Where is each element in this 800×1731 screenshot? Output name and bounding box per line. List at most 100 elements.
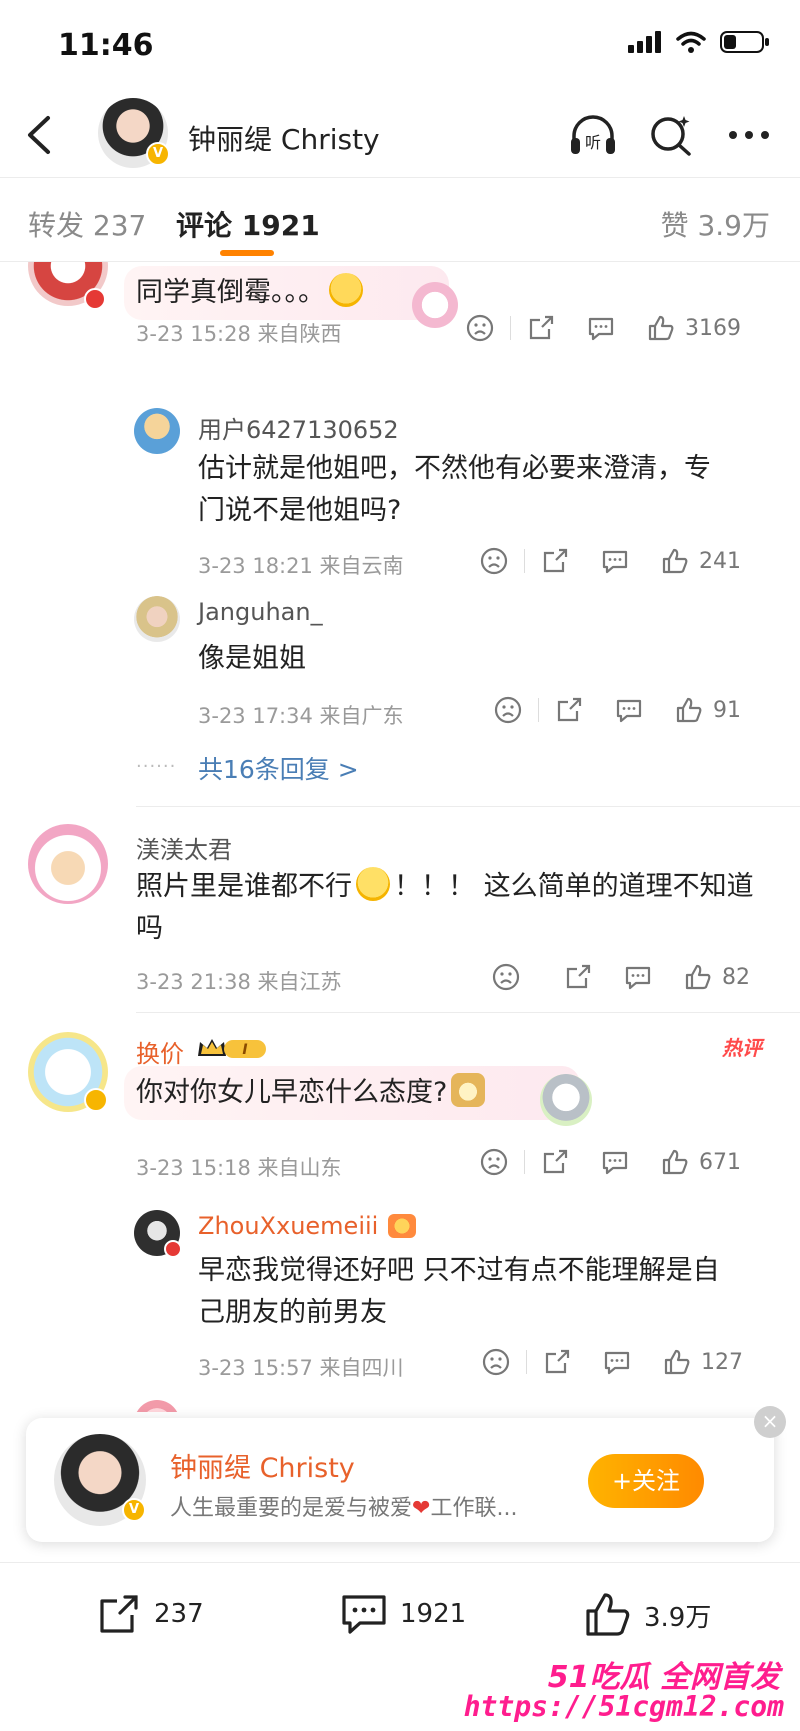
reply-meta: 3-23 18:21 来自云南 bbox=[198, 554, 404, 578]
comment-feed[interactable]: 同学真倒霉。。。 3-23 15:28 来自陕西 3169 用户64271306… bbox=[0, 262, 800, 1412]
divider bbox=[524, 1150, 525, 1174]
like-button[interactable]: 671 bbox=[661, 1148, 741, 1176]
reply-button[interactable] bbox=[603, 1348, 631, 1376]
verified-icon: V bbox=[122, 1498, 146, 1522]
comment-count: 1921 bbox=[400, 1599, 467, 1629]
share-button[interactable] bbox=[541, 1148, 569, 1176]
thumbs-up-icon bbox=[676, 697, 702, 723]
dislike-button[interactable] bbox=[480, 1148, 508, 1176]
like-count: 3169 bbox=[685, 315, 741, 341]
replier-avatar[interactable] bbox=[134, 408, 180, 454]
battery-icon bbox=[720, 31, 769, 53]
replier-avatar[interactable] bbox=[134, 596, 180, 642]
back-button[interactable] bbox=[18, 112, 62, 158]
content-tabs: 转发 237 评论 1921 赞 3.9万 bbox=[0, 178, 800, 262]
follow-card-name[interactable]: 钟丽缇 Christy bbox=[170, 1446, 355, 1485]
comment-icon bbox=[602, 1151, 628, 1175]
divider bbox=[538, 698, 539, 722]
commenter-avatar[interactable] bbox=[28, 824, 108, 904]
reply-button[interactable] bbox=[615, 696, 643, 724]
replier-name[interactable]: Janguhan_ bbox=[198, 598, 323, 626]
share-icon bbox=[529, 315, 554, 340]
comment-meta: 3-23 21:38 来自江苏 bbox=[136, 970, 342, 994]
tab-comments[interactable]: 评论 1921 bbox=[176, 204, 320, 244]
author-avatar[interactable]: V bbox=[98, 98, 170, 168]
share-button[interactable] bbox=[543, 1348, 571, 1376]
watermark-url: https://51cgm12.com bbox=[463, 1690, 784, 1723]
frown-icon bbox=[494, 696, 522, 724]
dislike-button[interactable] bbox=[480, 547, 508, 575]
like-button[interactable]: 127 bbox=[663, 1348, 743, 1376]
follow-button[interactable]: +关注 bbox=[588, 1454, 704, 1508]
author-name[interactable]: 钟丽缇 Christy bbox=[188, 118, 380, 158]
more-replies-link[interactable]: 共16条回复 > bbox=[198, 750, 359, 786]
reply-actions: 241 bbox=[480, 547, 741, 575]
follow-card-bio: 人生最重要的是爱与被爱❤工作联... bbox=[170, 1496, 518, 1521]
share-button[interactable] bbox=[527, 314, 555, 342]
more-replies-dots: ······ bbox=[136, 756, 177, 777]
share-icon bbox=[100, 1595, 138, 1633]
reply-button[interactable] bbox=[587, 314, 615, 342]
more-button[interactable] bbox=[724, 110, 774, 160]
dislike-button[interactable] bbox=[466, 314, 494, 342]
thumbs-up-icon bbox=[662, 548, 688, 574]
comment-icon bbox=[602, 550, 628, 574]
close-button[interactable]: × bbox=[754, 1406, 786, 1438]
thumbs-up-icon bbox=[662, 1149, 688, 1175]
share-icon bbox=[543, 548, 568, 573]
like-button[interactable]: 3.9万 bbox=[584, 1591, 711, 1639]
thumbs-up-icon bbox=[664, 1349, 690, 1375]
sticker-icon bbox=[412, 282, 458, 328]
cellular-signal-icon bbox=[628, 31, 661, 53]
comment-button[interactable]: 1921 bbox=[340, 1591, 466, 1637]
divider bbox=[524, 549, 525, 573]
reply-button[interactable] bbox=[624, 963, 652, 991]
search-icon bbox=[651, 116, 691, 156]
like-count: 82 bbox=[722, 964, 750, 990]
listen-button[interactable]: 听 bbox=[568, 110, 618, 160]
dislike-button[interactable] bbox=[494, 696, 522, 724]
comment-divider bbox=[136, 1012, 800, 1013]
repost-button[interactable]: 237 bbox=[96, 1591, 204, 1637]
reply-actions: 91 bbox=[494, 696, 741, 724]
tab-likes[interactable]: 赞 3.9万 bbox=[661, 204, 770, 244]
like-total: 3.9万 bbox=[644, 1602, 712, 1633]
like-count: 91 bbox=[713, 697, 741, 723]
replier-avatar[interactable] bbox=[134, 1400, 180, 1412]
thumbs-up-icon bbox=[685, 964, 711, 990]
frown-icon bbox=[480, 1148, 508, 1176]
wifi-icon bbox=[676, 31, 706, 53]
like-button[interactable]: 91 bbox=[675, 696, 741, 724]
comment-divider bbox=[136, 806, 800, 807]
share-button[interactable] bbox=[564, 963, 592, 991]
reply-text-line: 估计就是他姐吧，不然他有必要来澄清，专 bbox=[198, 453, 711, 484]
chevron-left-icon bbox=[28, 116, 50, 154]
follow-card-avatar[interactable]: V bbox=[54, 1434, 146, 1526]
vip-crown-icon: I bbox=[198, 1039, 266, 1058]
follow-suggestion-card: V 钟丽缇 Christy 人生最重要的是爱与被爱❤工作联... +关注 × bbox=[26, 1406, 786, 1542]
commenter-name[interactable]: 换价 bbox=[136, 1034, 184, 1069]
share-button[interactable] bbox=[555, 696, 583, 724]
thumbs-up-icon bbox=[586, 1593, 630, 1636]
search-button[interactable] bbox=[646, 110, 696, 160]
like-button[interactable]: 82 bbox=[684, 963, 750, 991]
laughing-tears-emoji-icon bbox=[329, 273, 363, 307]
reply-button[interactable] bbox=[601, 1148, 629, 1176]
share-icon bbox=[545, 1349, 570, 1374]
commenter-name[interactable]: 渼渼太君 bbox=[136, 830, 232, 865]
frown-icon bbox=[466, 314, 494, 342]
like-button[interactable]: 241 bbox=[661, 547, 741, 575]
reply-button[interactable] bbox=[601, 547, 629, 575]
reply-text-line: 己朋友的前男友 bbox=[198, 1297, 387, 1328]
like-count: 127 bbox=[701, 1349, 743, 1375]
replier-name[interactable]: 用户6427130652 bbox=[198, 410, 399, 445]
dislike-button[interactable] bbox=[492, 963, 520, 991]
share-button[interactable] bbox=[541, 547, 569, 575]
like-button[interactable]: 3169 bbox=[647, 314, 741, 342]
tab-repost[interactable]: 转发 237 bbox=[28, 204, 146, 244]
verified-icon bbox=[84, 1088, 108, 1112]
frown-icon bbox=[492, 963, 520, 991]
comment-icon bbox=[604, 1351, 630, 1375]
replier-name[interactable]: ZhouXxuemeiii bbox=[198, 1212, 378, 1240]
dislike-button[interactable] bbox=[482, 1348, 510, 1376]
